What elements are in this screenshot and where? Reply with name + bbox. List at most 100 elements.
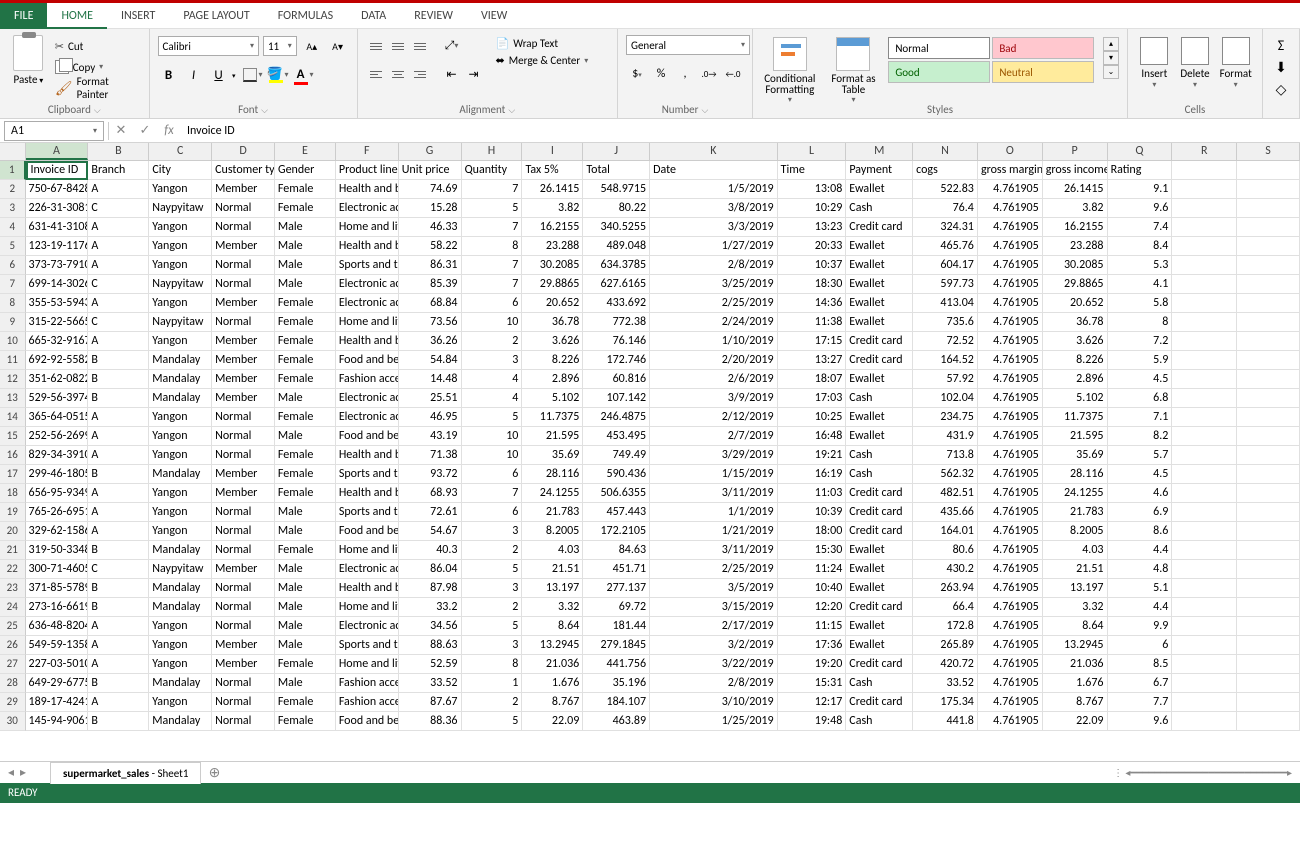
cell[interactable]: Member — [212, 332, 275, 351]
align-middle-button[interactable] — [388, 36, 408, 56]
style-gallery-scroll[interactable]: ▴▾⌄ — [1103, 37, 1119, 79]
cell[interactable]: 6.9 — [1108, 503, 1173, 522]
cell[interactable]: 71.38 — [399, 446, 462, 465]
cell[interactable] — [1237, 275, 1300, 294]
cell[interactable]: 25.51 — [399, 389, 462, 408]
cell[interactable] — [1237, 636, 1300, 655]
cell[interactable]: 17:36 — [778, 636, 847, 655]
cell[interactable]: Yangon — [149, 180, 212, 199]
cell[interactable]: Sports and travel — [336, 503, 399, 522]
cell[interactable]: 3 — [462, 579, 523, 598]
align-center-button[interactable] — [388, 64, 408, 84]
cell[interactable]: 66.4 — [913, 598, 978, 617]
cell[interactable]: 16:19 — [778, 465, 847, 484]
cell[interactable] — [1172, 389, 1237, 408]
cell[interactable]: Sports and travel — [336, 465, 399, 484]
cell[interactable]: A — [88, 408, 149, 427]
cell[interactable]: cogs — [913, 161, 978, 180]
cell[interactable]: Mandalay — [149, 389, 212, 408]
col-header-D[interactable]: D — [212, 143, 275, 160]
cell[interactable] — [1172, 427, 1237, 446]
cell[interactable]: Branch — [88, 161, 149, 180]
cell[interactable]: Mandalay — [149, 598, 212, 617]
cell[interactable]: Invoice ID — [26, 161, 89, 180]
cell[interactable]: 750-67-8428 — [26, 180, 89, 199]
cell[interactable]: Ewallet — [846, 237, 913, 256]
cell[interactable]: 107.142 — [583, 389, 650, 408]
cell[interactable]: 8.2005 — [1043, 522, 1108, 541]
cell[interactable]: 692-92-5582 — [26, 351, 89, 370]
cell[interactable]: 1/1/2019 — [650, 503, 778, 522]
cell[interactable] — [1237, 579, 1300, 598]
cell[interactable]: 11.7375 — [1043, 408, 1108, 427]
cell[interactable]: 54.84 — [399, 351, 462, 370]
cell[interactable]: 21.595 — [1043, 427, 1108, 446]
cell[interactable]: 2 — [462, 541, 523, 560]
cell[interactable]: 3/15/2019 — [650, 598, 778, 617]
cell[interactable] — [1237, 712, 1300, 731]
cell[interactable]: 22.09 — [1043, 712, 1108, 731]
cell[interactable] — [1237, 617, 1300, 636]
cell[interactable]: 1.676 — [1043, 674, 1108, 693]
col-header-F[interactable]: F — [336, 143, 399, 160]
cell[interactable]: 20:33 — [778, 237, 847, 256]
cell[interactable] — [1237, 484, 1300, 503]
cell[interactable]: 3/8/2019 — [650, 199, 778, 218]
paste-button[interactable]: Paste — [8, 33, 49, 97]
cell[interactable]: 76.4 — [913, 199, 978, 218]
cell[interactable]: Ewallet — [846, 408, 913, 427]
cell[interactable] — [1172, 541, 1237, 560]
cell[interactable] — [1172, 674, 1237, 693]
cell[interactable]: 11.7375 — [522, 408, 583, 427]
cell[interactable]: 549-59-1358 — [26, 636, 89, 655]
cell[interactable]: 735.6 — [913, 313, 978, 332]
cell[interactable]: 4.761905 — [978, 484, 1043, 503]
cell[interactable]: 4.761905 — [978, 522, 1043, 541]
row-header[interactable]: 12 — [0, 370, 26, 389]
cell[interactable]: Health and beauty — [336, 579, 399, 598]
cell[interactable]: 5.7 — [1108, 446, 1173, 465]
cell[interactable]: B — [88, 598, 149, 617]
cell[interactable]: 11:03 — [778, 484, 847, 503]
cell[interactable]: C — [88, 275, 149, 294]
row-header[interactable]: 8 — [0, 294, 26, 313]
row-header[interactable]: 14 — [0, 408, 26, 427]
clipboard-label[interactable]: Clipboard — [0, 103, 149, 116]
cell[interactable] — [1172, 218, 1237, 237]
cell[interactable]: Food and beverages — [336, 712, 399, 731]
cell[interactable]: Credit card — [846, 484, 913, 503]
cell[interactable]: 597.73 — [913, 275, 978, 294]
cell[interactable]: Cash — [846, 446, 913, 465]
cell[interactable] — [1172, 446, 1237, 465]
cell[interactable]: 4.761905 — [978, 503, 1043, 522]
cell[interactable]: Credit card — [846, 598, 913, 617]
row-header[interactable]: 18 — [0, 484, 26, 503]
cell[interactable]: 265.89 — [913, 636, 978, 655]
cell[interactable]: Male — [275, 560, 336, 579]
cell[interactable]: 18:30 — [778, 275, 847, 294]
row-header[interactable]: 5 — [0, 237, 26, 256]
cell[interactable]: Ewallet — [846, 636, 913, 655]
cell[interactable]: 279.1845 — [583, 636, 650, 655]
cell[interactable]: 7.7 — [1108, 693, 1173, 712]
cell[interactable]: Home and lifestyle — [336, 541, 399, 560]
row-header[interactable]: 28 — [0, 674, 26, 693]
cell[interactable]: Male — [275, 636, 336, 655]
cell[interactable]: 20.652 — [1043, 294, 1108, 313]
row-header[interactable]: 9 — [0, 313, 26, 332]
cell[interactable]: 12:20 — [778, 598, 847, 617]
cell[interactable]: 8.226 — [522, 351, 583, 370]
cell[interactable]: 5 — [462, 199, 523, 218]
cell[interactable]: Yangon — [149, 446, 212, 465]
cell[interactable]: Yangon — [149, 503, 212, 522]
cell[interactable] — [1237, 598, 1300, 617]
cell[interactable]: 21.036 — [522, 655, 583, 674]
merge-center-button[interactable]: ⬌Merge & Center ▾ — [496, 54, 589, 67]
style-bad[interactable]: Bad — [992, 37, 1094, 59]
cell[interactable]: 6.7 — [1108, 674, 1173, 693]
cell[interactable]: 15.28 — [399, 199, 462, 218]
cell[interactable]: Cash — [846, 389, 913, 408]
cell[interactable]: 4.1 — [1108, 275, 1173, 294]
cell[interactable]: Home and lifestyle — [336, 655, 399, 674]
cell[interactable]: 35.69 — [1043, 446, 1108, 465]
